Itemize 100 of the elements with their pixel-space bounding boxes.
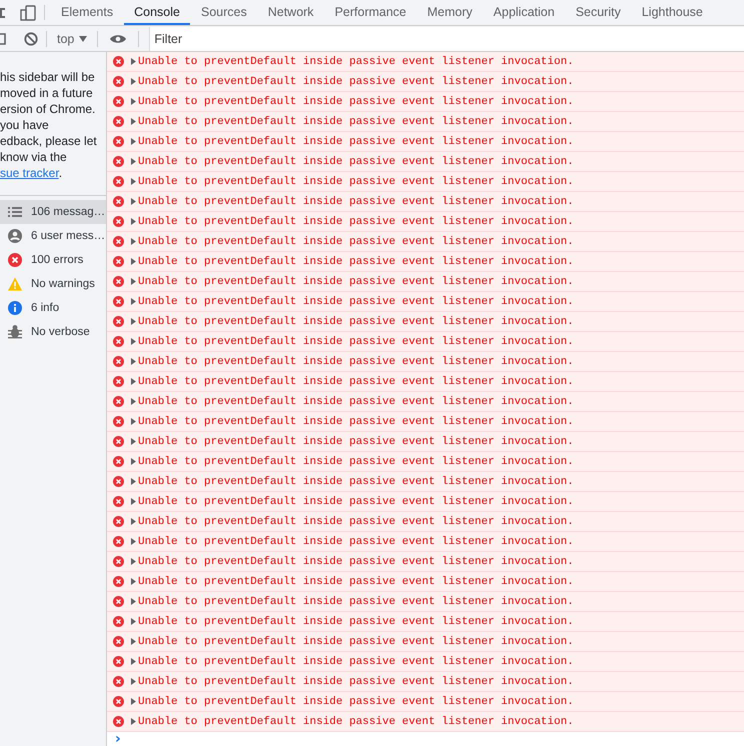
- expand-arrow-icon[interactable]: [131, 178, 136, 185]
- console-message: Unable to preventDefault inside passive event listener invocation.: [138, 216, 574, 228]
- expand-arrow-icon[interactable]: [131, 658, 136, 665]
- expand-arrow-icon[interactable]: [131, 478, 136, 485]
- expand-arrow-icon[interactable]: [131, 498, 136, 505]
- expand-arrow-icon[interactable]: [131, 558, 136, 565]
- error-icon: [113, 96, 124, 107]
- console-message: Unable to preventDefault inside passive event listener invocation.: [138, 676, 574, 688]
- dropdown-icon: [79, 36, 88, 42]
- inspect-icon[interactable]: [0, 6, 8, 20]
- console-message: Unable to preventDefault inside passive event listener invocation.: [138, 476, 574, 488]
- expand-arrow-icon[interactable]: [131, 718, 136, 725]
- console-message: Unable to preventDefault inside passive event listener invocation.: [138, 396, 574, 408]
- expand-arrow-icon[interactable]: [131, 678, 136, 685]
- error-icon: [113, 636, 124, 647]
- error-icon: [113, 136, 124, 147]
- error-icon: [113, 256, 124, 267]
- tab[interactable]: Elements: [51, 0, 124, 25]
- sidebar-item[interactable]: 106 messag…: [0, 200, 106, 224]
- sidebar-item[interactable]: 6 info: [0, 296, 106, 320]
- console-message: Unable to preventDefault inside passive event listener invocation.: [138, 496, 574, 508]
- error-icon: [113, 556, 124, 567]
- console-message: Unable to preventDefault inside passive event listener invocation.: [138, 236, 574, 248]
- console-message: Unable to preventDefault inside passive event listener invocation.: [138, 636, 574, 648]
- expand-arrow-icon[interactable]: [131, 618, 136, 625]
- error-icon: [113, 516, 124, 527]
- console-message: Unable to preventDefault inside passive event listener invocation.: [138, 296, 574, 308]
- expand-arrow-icon[interactable]: [131, 538, 136, 545]
- error-icon: [113, 396, 124, 407]
- expand-arrow-icon[interactable]: [131, 578, 136, 585]
- expand-arrow-icon[interactable]: [131, 118, 136, 125]
- console-message: Unable to preventDefault inside passive event listener invocation.: [138, 616, 574, 628]
- console-message: Unable to preventDefault inside passive event listener invocation.: [138, 576, 574, 588]
- expand-arrow-icon[interactable]: [131, 238, 136, 245]
- expand-arrow-icon[interactable]: [131, 518, 136, 525]
- tab[interactable]: Memory: [417, 0, 482, 25]
- expand-arrow-icon[interactable]: [131, 418, 136, 425]
- expand-arrow-icon[interactable]: [131, 258, 136, 265]
- error-icon: [113, 316, 124, 327]
- sidebar-toggle-icon[interactable]: [0, 32, 6, 44]
- error-icon: [113, 156, 124, 167]
- sidebar-item[interactable]: No verbose: [0, 320, 106, 344]
- error-icon: [113, 456, 124, 467]
- tab[interactable]: Lighthouse: [632, 0, 713, 25]
- error-icon: [113, 356, 124, 367]
- error-icon: [113, 596, 124, 607]
- issue-tracker-link[interactable]: sue tracker: [0, 166, 59, 180]
- error-icon: [113, 476, 124, 487]
- expand-arrow-icon[interactable]: [131, 598, 136, 605]
- expand-arrow-icon[interactable]: [131, 78, 136, 85]
- warning-icon: [8, 277, 22, 291]
- sidebar-item[interactable]: No warnings: [0, 272, 106, 296]
- expand-arrow-icon[interactable]: [131, 138, 136, 145]
- console-message: Unable to preventDefault inside passive event listener invocation.: [138, 196, 574, 208]
- expand-arrow-icon[interactable]: [131, 278, 136, 285]
- console-message: Unable to preventDefault inside passive event listener invocation.: [138, 596, 574, 608]
- expand-arrow-icon[interactable]: [131, 58, 136, 65]
- expand-arrow-icon[interactable]: [131, 338, 136, 345]
- tab[interactable]: Sources: [190, 0, 257, 25]
- device-icon[interactable]: [20, 4, 36, 20]
- error-icon: [113, 416, 124, 427]
- console-message: Unable to preventDefault inside passive event listener invocation.: [138, 336, 574, 348]
- sidebar-item[interactable]: 6 user mess…: [0, 224, 106, 248]
- console-message: Unable to preventDefault inside passive event listener invocation.: [138, 416, 574, 428]
- error-icon: [113, 216, 124, 227]
- sidebar-item[interactable]: 100 errors: [0, 248, 106, 272]
- info-icon: [8, 301, 22, 315]
- error-icon: [113, 376, 124, 387]
- expand-arrow-icon[interactable]: [131, 638, 136, 645]
- expand-arrow-icon[interactable]: [131, 458, 136, 465]
- tab[interactable]: Security: [566, 0, 631, 25]
- expand-arrow-icon[interactable]: [131, 398, 136, 405]
- expand-arrow-icon[interactable]: [131, 298, 136, 305]
- error-icon: [113, 56, 124, 67]
- error-icon: [113, 696, 124, 707]
- expand-arrow-icon[interactable]: [131, 98, 136, 105]
- error-icon: [113, 676, 124, 687]
- console-message: Unable to preventDefault inside passive event listener invocation.: [138, 356, 574, 368]
- expand-arrow-icon[interactable]: [131, 158, 136, 165]
- error-icon: [113, 176, 124, 187]
- expand-arrow-icon[interactable]: [131, 698, 136, 705]
- console-message: Unable to preventDefault inside passive event listener invocation.: [138, 116, 574, 128]
- bug-icon: [8, 325, 22, 339]
- tab[interactable]: Performance: [324, 0, 416, 25]
- tab[interactable]: Application: [483, 0, 565, 25]
- context-dropdown[interactable]: top: [55, 32, 90, 46]
- error-icon: [113, 576, 124, 587]
- expand-arrow-icon[interactable]: [131, 438, 136, 445]
- user-icon: [8, 229, 22, 243]
- expand-arrow-icon[interactable]: [131, 218, 136, 225]
- expand-arrow-icon[interactable]: [131, 378, 136, 385]
- expand-arrow-icon[interactable]: [131, 198, 136, 205]
- clear-icon[interactable]: [24, 32, 38, 46]
- error-icon: [8, 253, 22, 267]
- expand-arrow-icon[interactable]: [131, 318, 136, 325]
- expand-arrow-icon[interactable]: [131, 358, 136, 365]
- eye-icon[interactable]: [110, 34, 126, 44]
- tab[interactable]: Network: [258, 0, 324, 25]
- console-prompt[interactable]: ›: [115, 732, 121, 746]
- error-icon: [113, 436, 124, 447]
